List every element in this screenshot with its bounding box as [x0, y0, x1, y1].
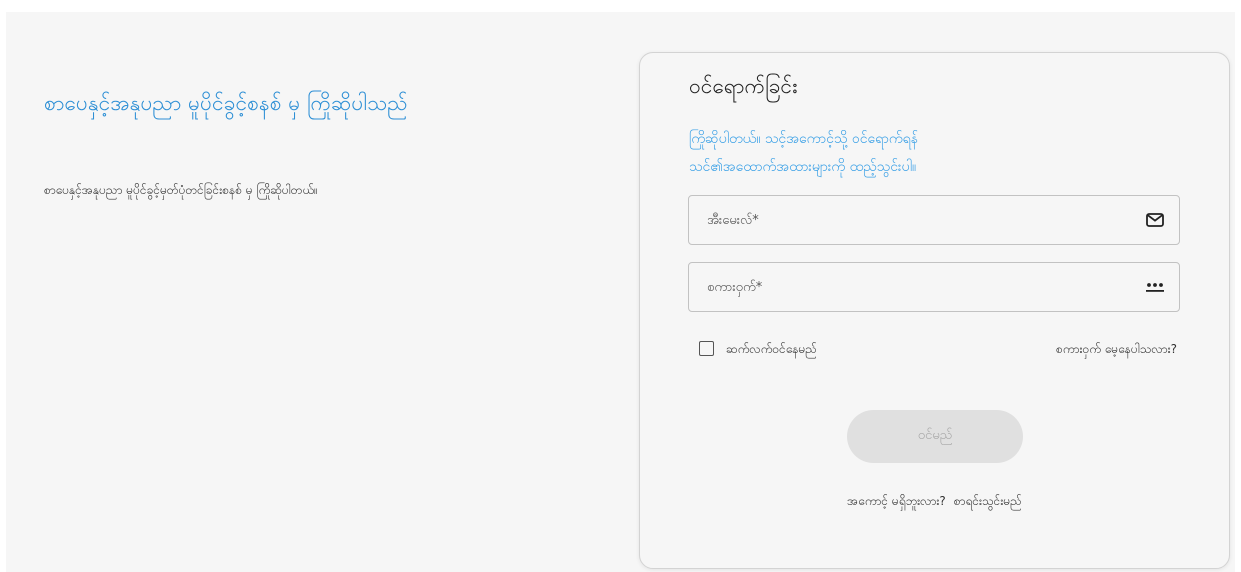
email-field[interactable] — [688, 195, 1180, 245]
forgot-password-link[interactable]: စကားဝှက် မေ့နေပါသလား? — [1056, 341, 1177, 359]
no-account-text: အကောင့် မရှိဘူးလား? — [847, 494, 946, 508]
email-input[interactable] — [689, 196, 1179, 244]
password-dots-icon[interactable] — [1145, 277, 1165, 297]
login-button[interactable]: ဝင်မည် — [847, 410, 1023, 463]
signup-row: အကောင့် မရှိဘူးလား? စာရင်းသွင်းမည် — [640, 493, 1229, 511]
login-card: ဝင်ရောက်ခြင်း ကြိုဆိုပါတယ်။ သင့်အကောင့်သ… — [639, 52, 1230, 569]
login-subtitle: ကြိုဆိုပါတယ်။ သင့်အကောင့်သို့ ဝင်ရောက်ရန… — [689, 125, 918, 181]
password-input[interactable] — [689, 263, 1179, 311]
password-field[interactable] — [688, 262, 1180, 312]
page-background: စာပေနှင့်အနုပညာ မူပိုင်ခွင့်စနစ် မှ ကြို… — [6, 12, 1235, 572]
remember-me-label[interactable]: ဆက်လက်ဝင်နေမည် — [726, 341, 817, 359]
register-link[interactable]: စာရင်းသွင်းမည် — [954, 494, 1022, 508]
login-title: ဝင်ရောက်ခြင်း — [689, 74, 798, 98]
welcome-title: စာပေနှင့်အနုပညာ မူပိုင်ခွင့်စနစ် မှ ကြို… — [44, 91, 408, 115]
login-subtitle-line-2: သင်၏အထောက်အထားများကို ထည့်သွင်းပါ။ — [689, 159, 917, 175]
login-options-row: ဆက်လက်ဝင်နေမည် စကားဝှက် မေ့နေပါသလား? — [699, 339, 1177, 361]
envelope-icon — [1145, 210, 1165, 230]
welcome-text: စာပေနှင့်အနုပညာ မူပိုင်ခွင့်မှတ်ပုံတင်ခြ… — [44, 183, 318, 197]
remember-me-checkbox[interactable] — [699, 341, 714, 356]
login-subtitle-line-1: ကြိုဆိုပါတယ်။ သင့်အကောင့်သို့ ဝင်ရောက်ရန… — [689, 131, 918, 147]
